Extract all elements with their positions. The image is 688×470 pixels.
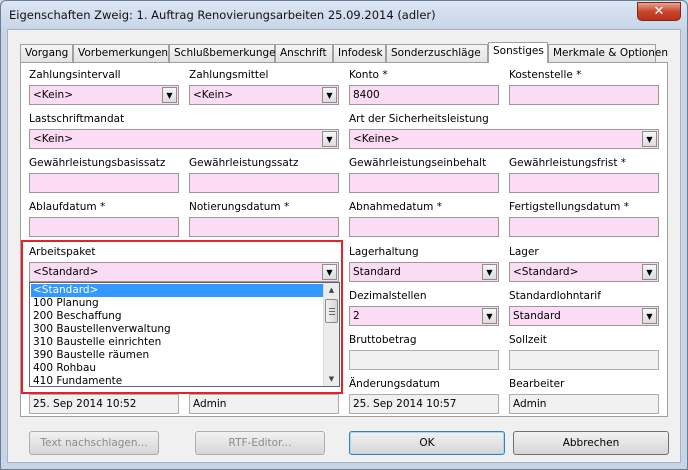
label-standardlohntarif: Standardlohntarif (509, 290, 601, 302)
zahlungsmittel-value: <Kein> (193, 89, 233, 101)
chevron-down-icon[interactable]: ▼ (322, 131, 337, 147)
notierungsdatum-input[interactable] (189, 217, 339, 237)
dropdown-scrollbar[interactable]: ▲ ▼ (323, 283, 339, 386)
gw-satz-input[interactable] (189, 173, 339, 193)
abbrechen-button[interactable]: Abbrechen (513, 431, 669, 455)
label-gw-satz: Gewährleistungssatz (189, 157, 299, 169)
sollzeit-field (509, 350, 659, 370)
chevron-down-icon[interactable]: ▼ (482, 308, 497, 324)
gw-frist-input[interactable] (509, 173, 659, 193)
label-lagerhaltung: Lagerhaltung (349, 246, 419, 258)
tab-schlussbemerkungen[interactable]: Schlußbemerkungen (169, 44, 282, 62)
chevron-down-icon[interactable]: ▼ (482, 264, 497, 280)
label-fertigstellungsdatum: Fertigstellungsdatum * (509, 201, 629, 213)
bearbeiter-field: Admin (509, 394, 659, 414)
chevron-down-icon[interactable]: ▼ (162, 87, 177, 103)
label-bruttobetrag: Bruttobetrag (349, 334, 417, 346)
gw-einbehalt-input[interactable] (349, 173, 499, 193)
lastschriftmandat-value: <Kein> (33, 133, 73, 145)
list-item[interactable]: 390 Baustelle räumen (31, 349, 326, 362)
chevron-down-icon[interactable]: ▼ (642, 264, 657, 280)
chevron-down-icon[interactable]: ▼ (642, 131, 657, 147)
label-gw-basissatz: Gewährleistungsbasissatz (29, 157, 166, 169)
zahlungsintervall-select[interactable]: <Kein> ▼ (29, 85, 179, 105)
chevron-down-icon[interactable]: ▼ (322, 87, 337, 103)
label-bearbeiter: Bearbeiter (509, 378, 565, 390)
dialog-window: Eigenschaften Zweig: 1. Auftrag Renovier… (0, 0, 688, 470)
erstelldatum-field: 25. Sep 2014 10:52 (29, 394, 179, 414)
label-sicherheitsleistung: Art der Sicherheitsleistung (349, 113, 489, 125)
title-bar[interactable]: Eigenschaften Zweig: 1. Auftrag Renovier… (1, 1, 687, 29)
label-aenderungsdatum: Änderungsdatum (349, 378, 440, 390)
window-title: Eigenschaften Zweig: 1. Auftrag Renovier… (9, 8, 436, 22)
label-dezimalstellen: Dezimalstellen (349, 290, 427, 302)
ok-button[interactable]: OK (349, 431, 505, 455)
tab-anschrift[interactable]: Anschrift (275, 44, 333, 62)
label-gw-einbehalt: Gewährleistungseinbehalt (349, 157, 487, 169)
label-abnahmedatum: Abnahmedatum * (349, 201, 442, 213)
label-zahlungsmittel: Zahlungsmittel (189, 69, 269, 81)
fertigstellungsdatum-input[interactable] (509, 217, 659, 237)
dezimalstellen-select[interactable]: 2 ▼ (349, 306, 499, 326)
tab-merkmale-optionen[interactable]: Merkmale & Optionen (548, 44, 668, 62)
label-lager: Lager (509, 246, 539, 258)
tab-sonstiges[interactable]: Sonstiges (488, 42, 548, 63)
arbeitspaket-dropdown-list[interactable]: <Standard> 100 Planung 200 Beschaffung 3… (29, 282, 340, 387)
zahlungsmittel-select[interactable]: <Kein> ▼ (189, 85, 339, 105)
tab-infodesk[interactable]: Infodesk (333, 44, 386, 62)
sicherheitsleistung-value: <Keine> (353, 133, 400, 145)
konto-input[interactable]: 8400 (349, 85, 499, 105)
dezimalstellen-value: 2 (353, 310, 360, 322)
list-item[interactable]: 300 Baustellenverwaltung (31, 323, 326, 336)
aenderungsdatum-field: 25. Sep 2014 10:57 (349, 394, 499, 414)
scroll-up-icon[interactable]: ▲ (324, 283, 339, 297)
list-item[interactable]: 400 Rohbau (31, 362, 326, 375)
list-item[interactable]: <Standard> (31, 284, 326, 297)
list-item[interactable]: 410 Fundamente (31, 375, 326, 386)
label-konto: Konto * (349, 69, 388, 81)
lagerhaltung-select[interactable]: Standard ▼ (349, 262, 499, 282)
label-kostenstelle: Kostenstelle * (509, 69, 582, 81)
close-button[interactable]: ✕ (637, 2, 681, 21)
label-notierungsdatum: Notierungsdatum * (189, 201, 290, 213)
chevron-down-icon[interactable]: ▼ (642, 308, 657, 324)
standardlohntarif-select[interactable]: Standard ▼ (509, 306, 659, 326)
standardlohntarif-value: Standard (513, 310, 561, 322)
rtf-editor-button[interactable]: RTF-Editor... (195, 431, 325, 455)
label-gw-frist: Gewährleistungsfrist * (509, 157, 627, 169)
tab-vorgang[interactable]: Vorgang (20, 44, 73, 62)
label-ablaufdatum: Ablaufdatum * (29, 201, 106, 213)
bruttobetrag-field (349, 350, 499, 370)
gw-basissatz-input[interactable] (29, 173, 179, 193)
ersteller-field: Admin (189, 394, 339, 414)
list-item[interactable]: 200 Beschaffung (31, 310, 326, 323)
label-zahlungsintervall: Zahlungsintervall (29, 69, 121, 81)
lastschriftmandat-select[interactable]: <Kein> ▼ (29, 129, 339, 149)
sicherheitsleistung-select[interactable]: <Keine> ▼ (349, 129, 659, 149)
zahlungsintervall-value: <Kein> (33, 89, 73, 101)
tab-vorbemerkungen[interactable]: Vorbemerkungen (73, 44, 169, 62)
label-lastschriftmandat: Lastschriftmandat (29, 113, 125, 125)
ablaufdatum-input[interactable] (29, 217, 179, 237)
list-item[interactable]: 100 Planung (31, 297, 326, 310)
tab-sonderzuschlaege[interactable]: Sonderzuschläge (386, 44, 488, 62)
list-item[interactable]: 310 Baustelle einrichten (31, 336, 326, 349)
kostenstelle-input[interactable] (509, 85, 659, 105)
label-sollzeit: Sollzeit (509, 334, 547, 346)
lager-value: <Standard> (513, 266, 579, 278)
scroll-thumb[interactable] (325, 299, 338, 323)
scroll-down-icon[interactable]: ▼ (324, 372, 339, 386)
lager-select[interactable]: <Standard> ▼ (509, 262, 659, 282)
abnahmedatum-input[interactable] (349, 217, 499, 237)
text-nachschlagen-button[interactable]: Text nachschlagen... (29, 431, 159, 455)
lagerhaltung-value: Standard (353, 266, 401, 278)
